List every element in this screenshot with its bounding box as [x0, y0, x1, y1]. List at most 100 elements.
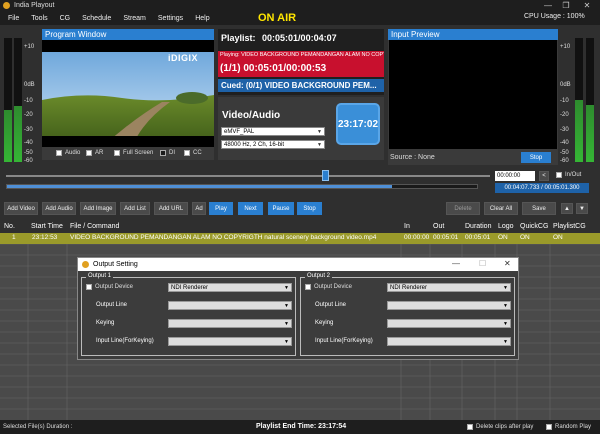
checkbox-label: Output Device	[314, 284, 353, 290]
output-1-device-checkbox[interactable]: Output Device	[86, 284, 133, 290]
add-list-button[interactable]: Add List	[120, 202, 150, 215]
program-check-audio[interactable]: Audio	[56, 150, 80, 156]
column-header-start-time[interactable]: Start Time	[31, 223, 63, 230]
column-header-out[interactable]: Out	[433, 223, 444, 230]
add-image-button[interactable]: Add Image	[80, 202, 116, 215]
minimize-button[interactable]: —	[541, 0, 555, 11]
window-title: India Playout	[14, 2, 55, 9]
move-down-button[interactable]: ▼	[576, 203, 588, 214]
add-audio-button[interactable]: Add Audio	[42, 202, 76, 215]
program-check-cc[interactable]: CC	[184, 150, 202, 156]
column-header-in[interactable]: In	[404, 223, 410, 230]
menu-file[interactable]: File	[8, 15, 19, 22]
arrow-up-icon: ▲	[564, 205, 570, 212]
move-up-button[interactable]: ▲	[561, 203, 573, 214]
vu-tick: -10	[24, 98, 33, 104]
ad-button[interactable]: Ad	[192, 202, 206, 215]
chevron-down-icon: ▼	[284, 338, 289, 345]
checkbox-label: Output Device	[95, 284, 134, 290]
menu-schedule[interactable]: Schedule	[82, 15, 111, 22]
stop-button[interactable]: Stop	[297, 202, 322, 215]
device-value: NDI Renderer	[171, 284, 209, 291]
menu-tools[interactable]: Tools	[31, 15, 47, 22]
dialog-minimize-icon[interactable]: —	[452, 259, 460, 268]
vu-level-right-2	[586, 104, 594, 162]
output-1-label: Output 1	[86, 273, 114, 279]
dialog-maximize-icon[interactable]: ☐	[479, 259, 486, 268]
menu-stream[interactable]: Stream	[123, 15, 146, 22]
checkbox-checked-icon	[160, 150, 166, 156]
output-1-device-select[interactable]: NDI Renderer ▼	[168, 283, 292, 292]
output-1-keying-label: Keying	[96, 320, 115, 326]
column-header-duration[interactable]: Duration	[465, 223, 491, 230]
vu-tick: -60	[24, 158, 33, 164]
next-button[interactable]: Next	[238, 202, 263, 215]
output-1-input-line-label: Input Line(ForKeying)	[96, 338, 154, 344]
table-row[interactable]: 1 23:12:53 VIDEO BACKGROUND PEMANDANGAN …	[0, 233, 600, 244]
column-header-no[interactable]: No.	[4, 223, 15, 230]
output-2-input-line-select[interactable]: ▼	[387, 337, 511, 346]
input-preview-video[interactable]	[389, 40, 557, 149]
delete-button[interactable]: Delete	[446, 202, 480, 215]
scrub-handle[interactable]	[322, 170, 330, 181]
menu-settings[interactable]: Settings	[158, 15, 183, 22]
vu-meter-right-1	[575, 38, 583, 162]
menu-help[interactable]: Help	[195, 15, 209, 22]
output-2-keying-select[interactable]: ▼	[387, 319, 511, 328]
pause-button[interactable]: Pause	[268, 202, 294, 215]
input-preview-panel: Input Preview Source : None Stop	[388, 29, 558, 165]
timecode-go-button[interactable]: <	[539, 171, 549, 181]
vu-tick: +10	[24, 44, 35, 50]
column-header-playlistcg[interactable]: PlaylistCG	[553, 223, 586, 230]
checkbox-label: Audio	[65, 150, 81, 156]
checkbox-icon	[556, 172, 562, 178]
output-1-keying-select[interactable]: ▼	[168, 319, 292, 328]
vu-tick: -20	[24, 112, 33, 118]
column-header-logo[interactable]: Logo	[498, 223, 514, 230]
position-readout: 00:04:07.733 / 00:05:01.300	[495, 183, 589, 193]
output-2-line-select[interactable]: ▼	[387, 301, 511, 310]
scrub-track[interactable]	[6, 175, 490, 177]
input-stop-button[interactable]: Stop	[521, 152, 551, 163]
vu-meter-left-1	[4, 38, 12, 162]
vu-meter-left-2	[14, 38, 22, 162]
vu-meter-right-2	[586, 38, 594, 162]
audio-format-select[interactable]: 48000 Hz, 2 Ch, 16-bit ▼	[221, 140, 325, 149]
video-format-select[interactable]: eMVF_PAL ▼	[221, 127, 325, 136]
checkbox-icon	[467, 424, 473, 430]
play-button[interactable]: Play	[209, 202, 233, 215]
restore-button[interactable]: ❐	[559, 0, 573, 11]
menu-cg[interactable]: CG	[60, 15, 71, 22]
close-button[interactable]: ✕	[580, 0, 594, 11]
clear-all-button[interactable]: Clear All	[484, 202, 518, 215]
save-button[interactable]: Save	[522, 202, 556, 215]
output-2-device-select[interactable]: NDI Renderer ▼	[387, 283, 511, 292]
cell-quickcg: ON	[520, 234, 530, 241]
program-check-fullscreen[interactable]: Full Screen	[114, 150, 153, 156]
input-source: Source : None	[390, 154, 435, 161]
checkbox-label: Delete clips after play	[476, 424, 534, 430]
checkbox-label: Random Play	[555, 424, 592, 430]
delete-after-play-checkbox[interactable]: Delete clips after play	[467, 424, 533, 430]
cpu-usage: CPU Usage : 100%	[524, 13, 585, 20]
cell-playlistcg: ON	[553, 234, 563, 241]
output-2-line-label: Output Line	[315, 302, 347, 308]
output-2-device-checkbox[interactable]: Output Device	[305, 284, 352, 290]
vu-tick: -40	[560, 140, 569, 146]
random-play-checkbox[interactable]: Random Play	[546, 424, 591, 430]
title-bar: India Playout — ❐ ✕	[0, 0, 600, 11]
in-out-checkbox[interactable]: In/Out	[556, 172, 581, 178]
output-1-input-line-select[interactable]: ▼	[168, 337, 292, 346]
output-1-line-select[interactable]: ▼	[168, 301, 292, 310]
program-check-ar[interactable]: AR	[86, 150, 103, 156]
column-header-quickcg[interactable]: QuickCG	[520, 223, 548, 230]
playing-label: Playing: VIDEO BACKGROUND PEMANDANGAN AL…	[218, 51, 384, 60]
program-video[interactable]: iDIGIX	[42, 40, 214, 147]
add-video-button[interactable]: Add Video	[4, 202, 38, 215]
add-url-button[interactable]: Add URL	[154, 202, 188, 215]
program-check-di[interactable]: DI	[160, 150, 175, 156]
arrow-down-icon: ▼	[579, 205, 585, 212]
dialog-close-icon[interactable]: ✕	[504, 259, 511, 268]
timecode-input[interactable]: 00:00:00	[495, 171, 535, 181]
column-header-file[interactable]: File / Command	[70, 223, 119, 230]
